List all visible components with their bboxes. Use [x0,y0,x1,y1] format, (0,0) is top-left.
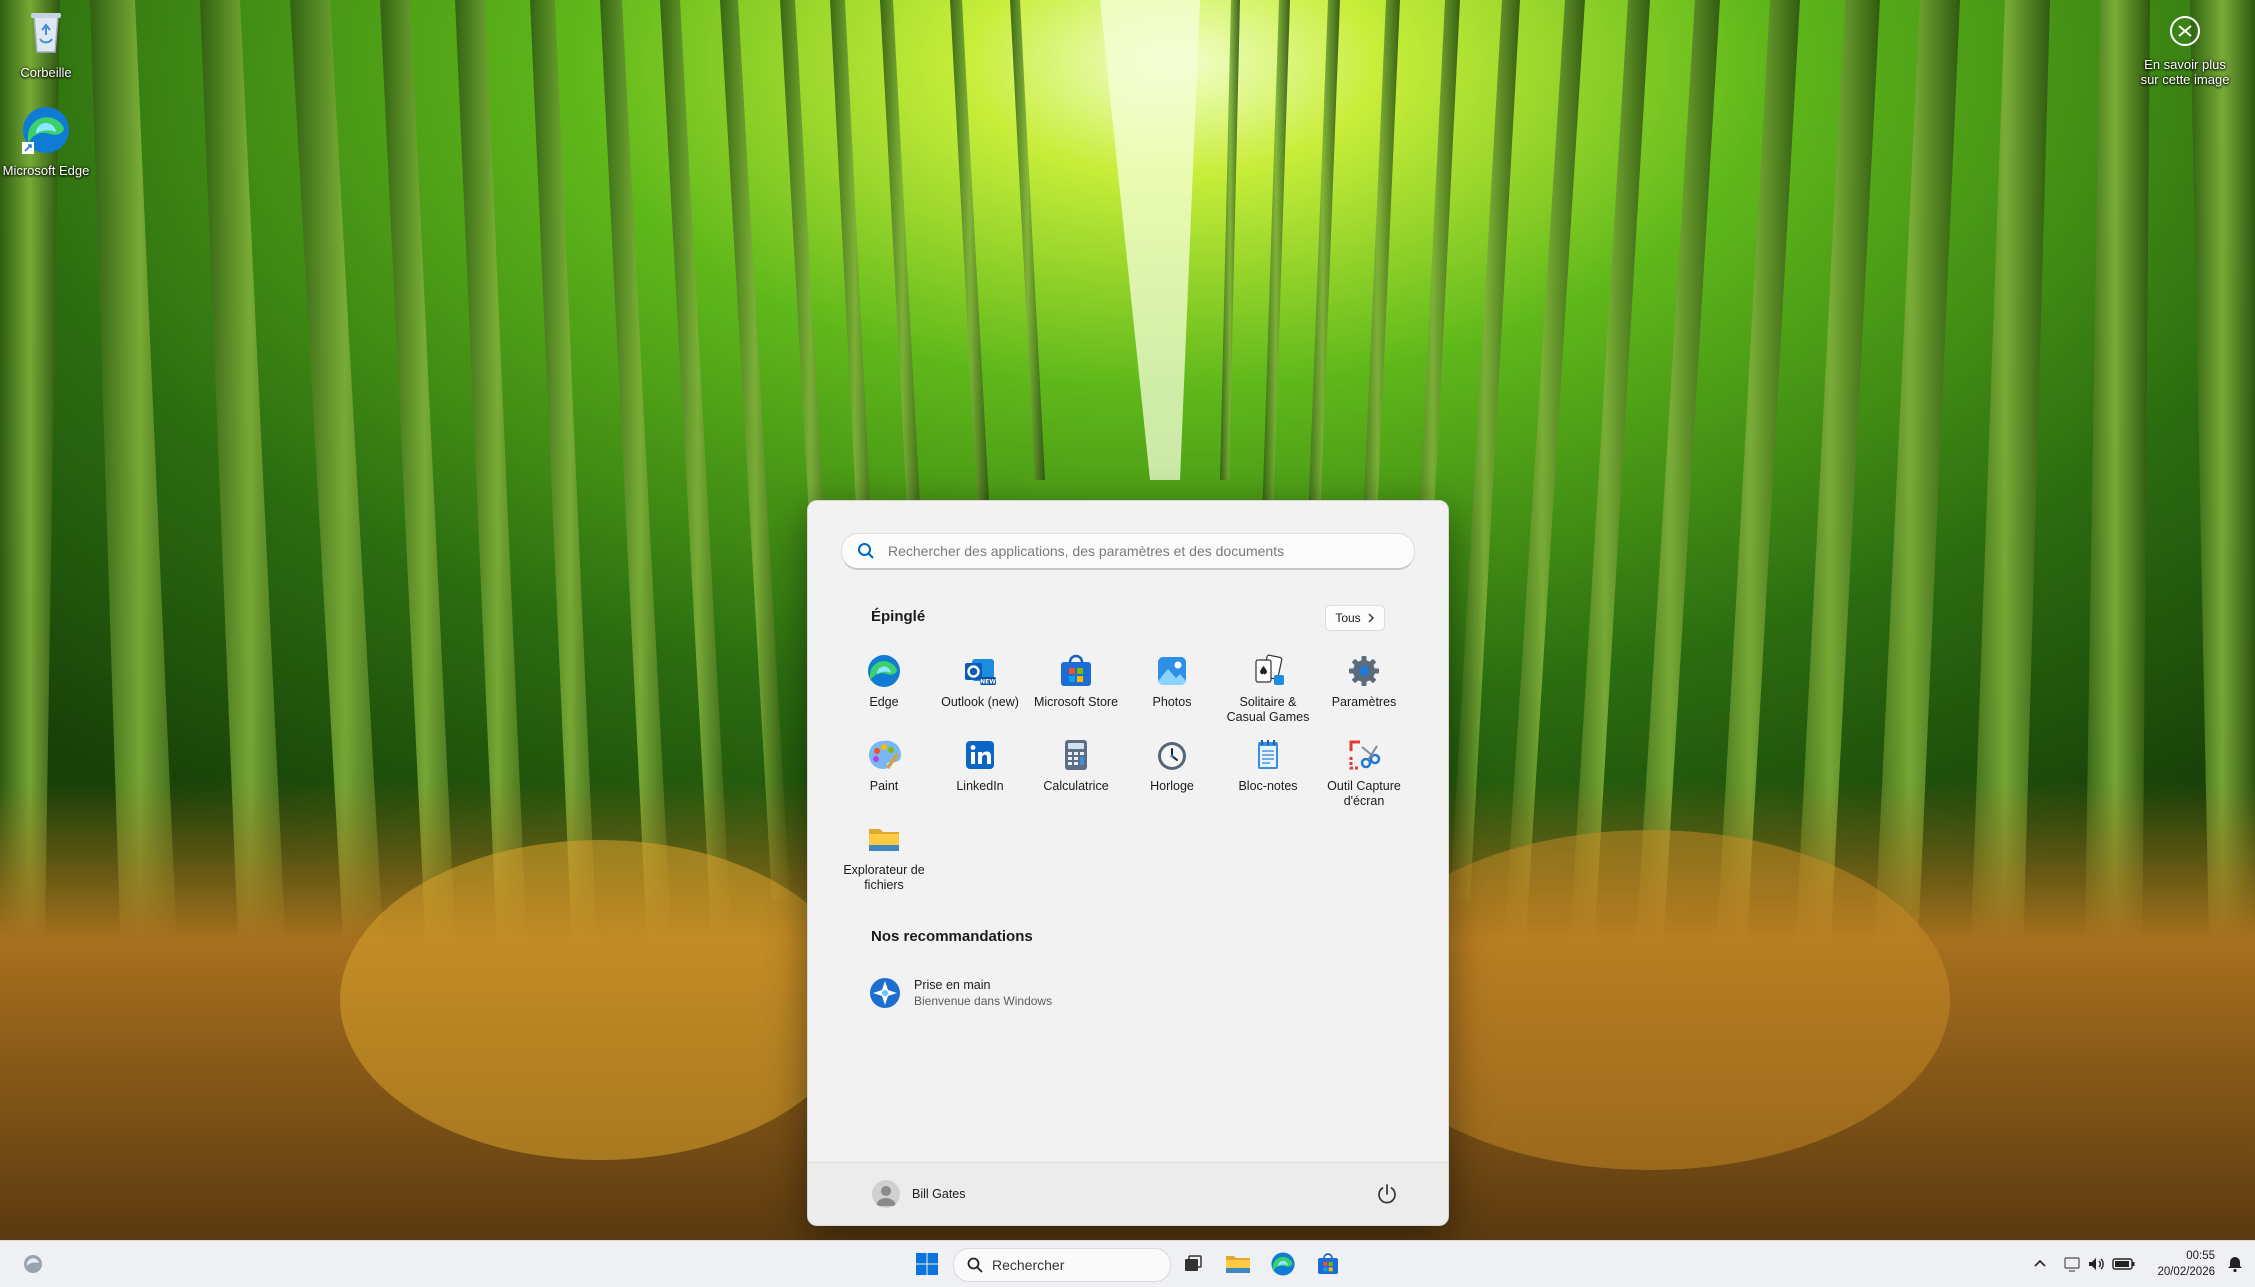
all-apps-button[interactable]: Tous [1325,605,1385,631]
taskbar-widgets-button[interactable] [16,1248,50,1280]
get-started-icon [870,978,900,1008]
taskbar-search-label: Rechercher [992,1257,1065,1273]
app-label: Calculatrice [1043,779,1109,793]
start-search-input[interactable] [886,536,1400,566]
user-name: Bill Gates [912,1187,966,1201]
svg-text:NEW: NEW [980,679,996,686]
search-icon [858,543,874,559]
pinned-app-notepad[interactable]: Bloc-notes [1220,725,1316,805]
clock-icon [1158,742,1186,770]
edge-icon [1271,1252,1295,1276]
app-label: LinkedIn [956,779,1004,793]
start-search-box[interactable] [841,533,1415,570]
edge-icon [22,107,69,154]
start-menu-footer: Bill Gates [808,1162,1448,1225]
desktop-icon-label: Corbeille [20,65,72,80]
photos-icon [1158,657,1186,686]
recycle-bin-icon [31,13,61,53]
pinned-app-linkedin[interactable]: LinkedIn [932,725,1028,805]
chevron-up-icon[interactable] [2030,1254,2050,1274]
pinned-app-clock[interactable]: Horloge [1124,725,1220,805]
app-label: Edge [869,695,899,709]
snipping-tool-icon [1349,740,1381,770]
paint-icon [868,740,902,769]
user-account-button[interactable]: Bill Gates [872,1179,966,1209]
gear-icon [1349,656,1379,686]
network-icon[interactable] [2062,1254,2082,1274]
taskbar-clock[interactable]: 00:55 20/02/2026 [2157,1248,2215,1280]
folder-icon [1226,1256,1250,1273]
pinned-app-snipping-tool[interactable]: Outil Capture d'écran [1316,725,1412,808]
recommendation-item[interactable]: Prise en main Bienvenue dans Windows [868,973,1108,1013]
edge-icon [868,655,900,687]
app-label: Microsoft Store [1033,695,1119,709]
battery-icon[interactable] [2112,1254,2136,1274]
taskbar-store-button[interactable] [1311,1248,1345,1280]
pinned-title: Épinglé [871,608,926,625]
windows-logo-icon [916,1253,938,1275]
taskbar-start-button[interactable] [910,1248,944,1280]
app-label: Paramètres [1331,695,1397,709]
pinned-app-file-explorer[interactable]: Explorateur de fichiers [836,809,932,892]
outlook-icon: NEW [965,659,996,686]
widgets-icon [24,1255,42,1273]
camera-icon [2170,16,2200,46]
start-menu: Épinglé Tous Edge NEW Outlook (new) [807,500,1449,1226]
pinned-app-settings[interactable]: Paramètres [1316,641,1412,721]
recommendation-subtitle: Bienvenue dans Windows [914,994,1053,1008]
app-label: Paint [869,779,899,793]
app-label: Solitaire & Casual Games [1226,695,1310,724]
pinned-app-solitaire[interactable]: Solitaire & Casual Games [1220,641,1316,724]
pinned-app-outlook[interactable]: NEW Outlook (new) [932,641,1028,721]
solitaire-icon [1255,654,1284,685]
search-icon [967,1257,983,1273]
desktop-icon-label: Microsoft Edge [2,163,90,178]
volume-icon[interactable] [2086,1254,2106,1274]
pinned-app-edge[interactable]: Edge [836,641,932,721]
calculator-icon [1065,740,1087,770]
about-image-line1: En savoir plus [2144,57,2226,72]
app-label: Explorateur de fichiers [843,863,925,892]
recommendation-title: Prise en main [914,978,991,992]
store-icon [1061,654,1091,686]
user-icon [876,1186,896,1206]
about-image-line2: sur cette image [2140,72,2230,87]
about-this-image[interactable]: En savoir plus sur cette image [2135,14,2235,87]
pinned-app-calculator[interactable]: Calculatrice [1028,725,1124,805]
pinned-app-photos[interactable]: Photos [1124,641,1220,721]
clock-time: 00:55 [2186,1250,2215,1262]
chevron-right-icon [1368,613,1374,623]
store-icon [1318,1253,1338,1274]
taskbar-search-box[interactable]: Rechercher [953,1248,1171,1282]
task-view-icon [1185,1255,1202,1271]
pinned-app-store[interactable]: Microsoft Store [1028,641,1124,721]
taskbar: Rechercher 00:55 20/02/2026 [0,1240,2255,1287]
pinned-app-paint[interactable]: Paint [836,725,932,805]
app-label: Photos [1152,695,1192,709]
app-label: Outil Capture d'écran [1327,779,1401,808]
taskbar-edge-button[interactable] [1266,1248,1300,1280]
taskbar-file-explorer-button[interactable] [1221,1248,1255,1280]
all-apps-label: Tous [1335,611,1361,625]
desktop-icon-recycle-bin[interactable]: Corbeille [0,6,92,80]
linkedin-icon [966,741,994,769]
notepad-icon [1258,740,1278,769]
power-icon[interactable] [1374,1181,1400,1207]
taskbar-task-view-button[interactable] [1176,1248,1210,1280]
app-label: Bloc-notes [1238,779,1298,793]
notification-bell-icon[interactable] [2225,1254,2245,1274]
app-label: Horloge [1150,779,1194,793]
clock-date: 20/02/2026 [2157,1266,2215,1278]
recommendations-title: Nos recommandations [871,928,1033,945]
folder-icon [869,829,899,851]
desktop-icon-edge[interactable]: Microsoft Edge [0,104,92,178]
app-label: Outlook (new) [941,695,1019,709]
avatar [872,1180,900,1208]
